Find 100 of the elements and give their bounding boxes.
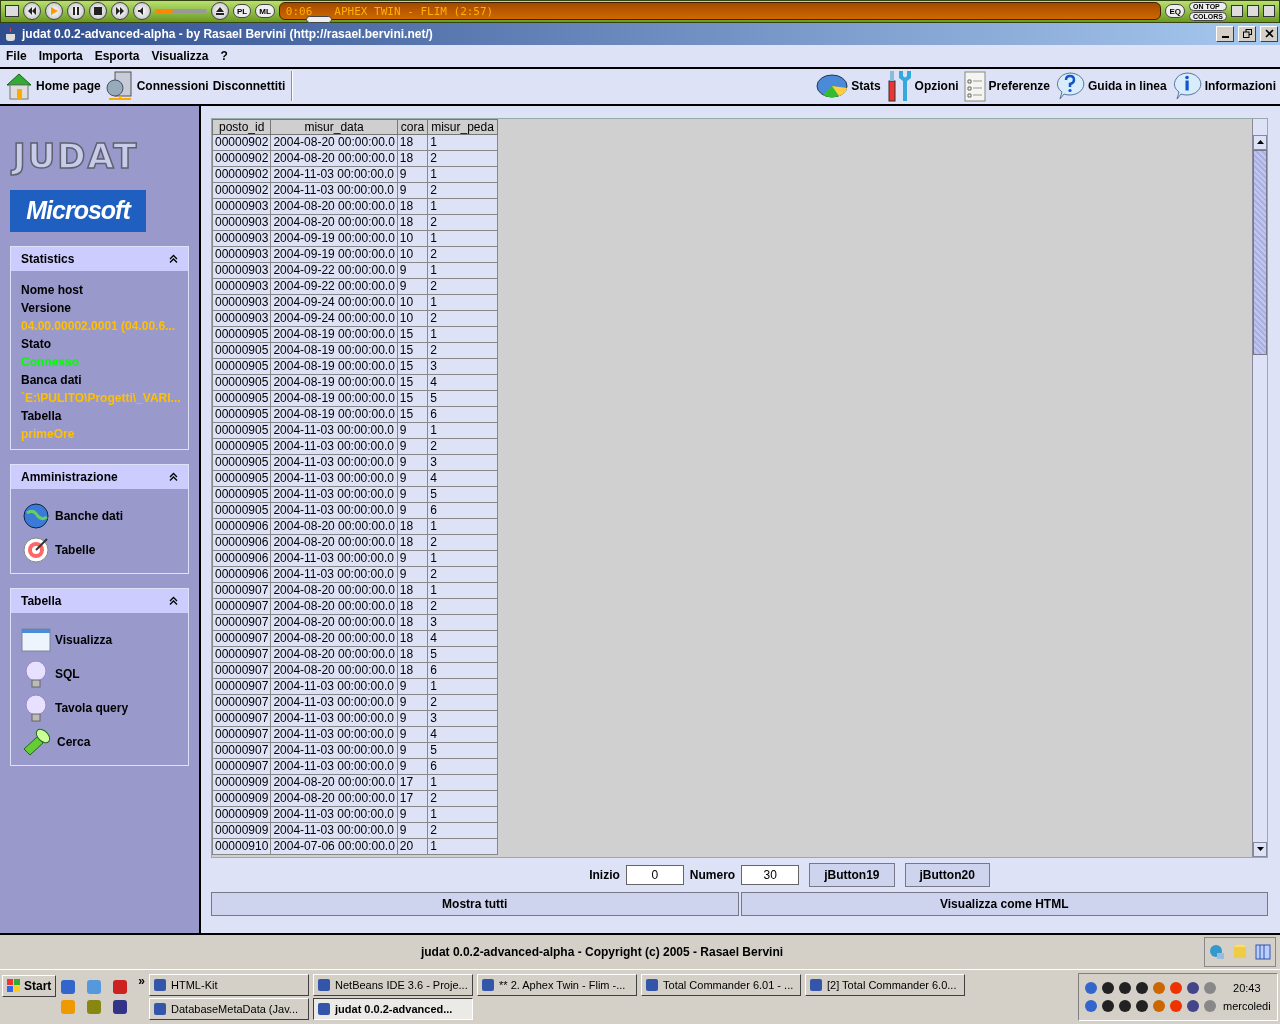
field-value: `E:\PULITO\Progetti\_VARI... xyxy=(21,389,178,407)
start-button[interactable]: Start xyxy=(2,975,57,998)
start-field[interactable]: 0 xyxy=(625,864,684,885)
minimize-button[interactable] xyxy=(1231,5,1243,18)
down-arrow-icon xyxy=(1256,847,1264,852)
app-icon[interactable] xyxy=(112,979,129,996)
collapse-icon[interactable] xyxy=(169,254,178,264)
previous-button[interactable] xyxy=(23,2,41,21)
notepad-icon xyxy=(962,69,987,104)
menu-item[interactable]: Visualizza xyxy=(145,48,215,63)
scroll-up-button[interactable] xyxy=(1253,134,1267,150)
sidebar-link[interactable]: Banche dati xyxy=(21,498,178,533)
next-button[interactable] xyxy=(111,2,129,21)
more-icon[interactable]: » xyxy=(138,974,146,989)
action-button[interactable]: Visualizza come HTML xyxy=(740,891,1268,916)
taskbar-button[interactable]: DatabaseMetaData (Jav... xyxy=(149,998,310,1021)
panel-title: Tabella xyxy=(21,593,62,608)
panel-title: Statistics xyxy=(21,251,75,266)
player-button[interactable]: PL xyxy=(233,4,252,19)
stop-button[interactable] xyxy=(89,2,107,21)
network-icon xyxy=(1209,944,1225,961)
menu-item[interactable]: ? xyxy=(214,48,234,63)
next-icon xyxy=(116,7,124,16)
coffee-cup-icon xyxy=(4,26,18,41)
toolbar-button[interactable]: Connessioni xyxy=(102,70,211,103)
menu-item[interactable]: File xyxy=(0,48,33,63)
close-button[interactable] xyxy=(1263,5,1275,18)
sidebar-link[interactable]: SQL xyxy=(21,656,178,691)
windows-logo-icon xyxy=(7,979,21,994)
database-icon xyxy=(1233,944,1247,961)
toolbar-button[interactable]: Opzioni xyxy=(882,69,961,104)
count-field[interactable]: 30 xyxy=(741,864,800,885)
previous-icon xyxy=(28,7,36,16)
column-header[interactable]: posto_id xyxy=(212,119,271,135)
app-icon[interactable] xyxy=(60,979,77,996)
taskbar-button[interactable]: Total Commander 6.01 - ... xyxy=(641,974,802,997)
window-icon xyxy=(21,626,51,653)
logo: JUDAT xyxy=(13,135,140,176)
app-icon xyxy=(317,1002,332,1017)
app-icon[interactable] xyxy=(112,999,129,1016)
shade-button[interactable] xyxy=(1247,5,1259,18)
app-icon xyxy=(317,978,332,993)
taskbar-button[interactable]: ** 2. Aphex Twin - Flim -... xyxy=(477,974,638,997)
collapse-icon[interactable] xyxy=(169,472,178,482)
app-icon xyxy=(645,978,660,993)
panel-title: Amministrazione xyxy=(21,469,118,484)
toolbar-button[interactable]: Guida in linea xyxy=(1051,71,1169,102)
sidebar-link[interactable]: Tabelle xyxy=(21,532,178,567)
menu-item[interactable]: Esporta xyxy=(88,48,146,63)
column-header[interactable]: misur_peda xyxy=(427,119,498,135)
field-label: Tabella xyxy=(21,407,63,425)
taskbar-button[interactable]: [2] Total Commander 6.0... xyxy=(805,974,966,997)
pause-button[interactable] xyxy=(67,2,85,21)
column-header[interactable]: misur_data xyxy=(270,119,398,135)
status-text: judat 0.0.2-advanced-alpha - Copyright (c) 2005 - Rasael Bervini xyxy=(419,945,785,960)
pie-chart-icon xyxy=(815,72,850,101)
menu-item[interactable]: Importa xyxy=(32,48,89,63)
sidebar-link[interactable]: Visualizza xyxy=(21,622,178,657)
stop-icon xyxy=(94,7,102,16)
taskbar-button[interactable]: judat 0.0.2-advanced... xyxy=(313,998,474,1021)
scroll-thumb[interactable] xyxy=(1253,149,1267,355)
field-value: primeOre xyxy=(21,425,76,443)
action-button[interactable]: jButton20 xyxy=(904,862,990,887)
field-label: Nome host xyxy=(21,281,84,299)
action-button[interactable]: Mostra tutti xyxy=(211,891,739,916)
server-icon xyxy=(104,70,135,103)
play-button[interactable] xyxy=(45,2,63,21)
taskbar-button[interactable]: NetBeans IDE 3.6 - Proje... xyxy=(313,974,474,997)
toolbar-button[interactable]: Home page xyxy=(2,71,103,102)
field-label: Stato xyxy=(21,335,52,353)
sidebar-link[interactable]: Cerca xyxy=(21,724,178,759)
toolbar-button[interactable]: Preferenze xyxy=(960,69,1052,104)
clock-day: mercoledi xyxy=(1223,1000,1271,1013)
vertical-scrollbar[interactable] xyxy=(1252,118,1267,857)
flashlight-icon xyxy=(21,726,53,757)
player-button[interactable]: ML xyxy=(255,4,275,19)
restore-button[interactable] xyxy=(1238,25,1256,42)
sidebar-link[interactable]: Tavola query xyxy=(21,690,178,725)
panel-header[interactable]: Amministrazione xyxy=(11,464,188,489)
equalizer-button[interactable]: EQ xyxy=(1165,4,1186,19)
toolbar-button[interactable]: Disconnettiti xyxy=(210,79,288,94)
app-icon xyxy=(481,978,496,993)
panel-header[interactable]: Tabella xyxy=(11,588,188,613)
collapse-icon[interactable] xyxy=(169,596,178,606)
app-icon xyxy=(153,978,168,993)
volume-slider[interactable] xyxy=(155,9,207,14)
menu-icon[interactable] xyxy=(5,5,19,18)
eject-button[interactable] xyxy=(211,2,229,21)
eject-icon xyxy=(216,7,224,16)
toolbar-button[interactable]: Stats xyxy=(813,72,883,101)
panel-header[interactable]: Statistics xyxy=(11,246,188,271)
toolbar-button[interactable]: Informazioni xyxy=(1168,71,1278,102)
pause-icon xyxy=(72,7,80,16)
taskbar-button[interactable]: HTML-Kit xyxy=(149,974,310,997)
mute-button[interactable] xyxy=(133,2,151,21)
column-header[interactable]: cora xyxy=(397,119,428,135)
minimize-icon xyxy=(1221,35,1229,38)
scroll-down-button[interactable] xyxy=(1253,841,1267,857)
field-label: Versione xyxy=(21,299,73,317)
action-button[interactable]: jButton19 xyxy=(809,862,895,887)
